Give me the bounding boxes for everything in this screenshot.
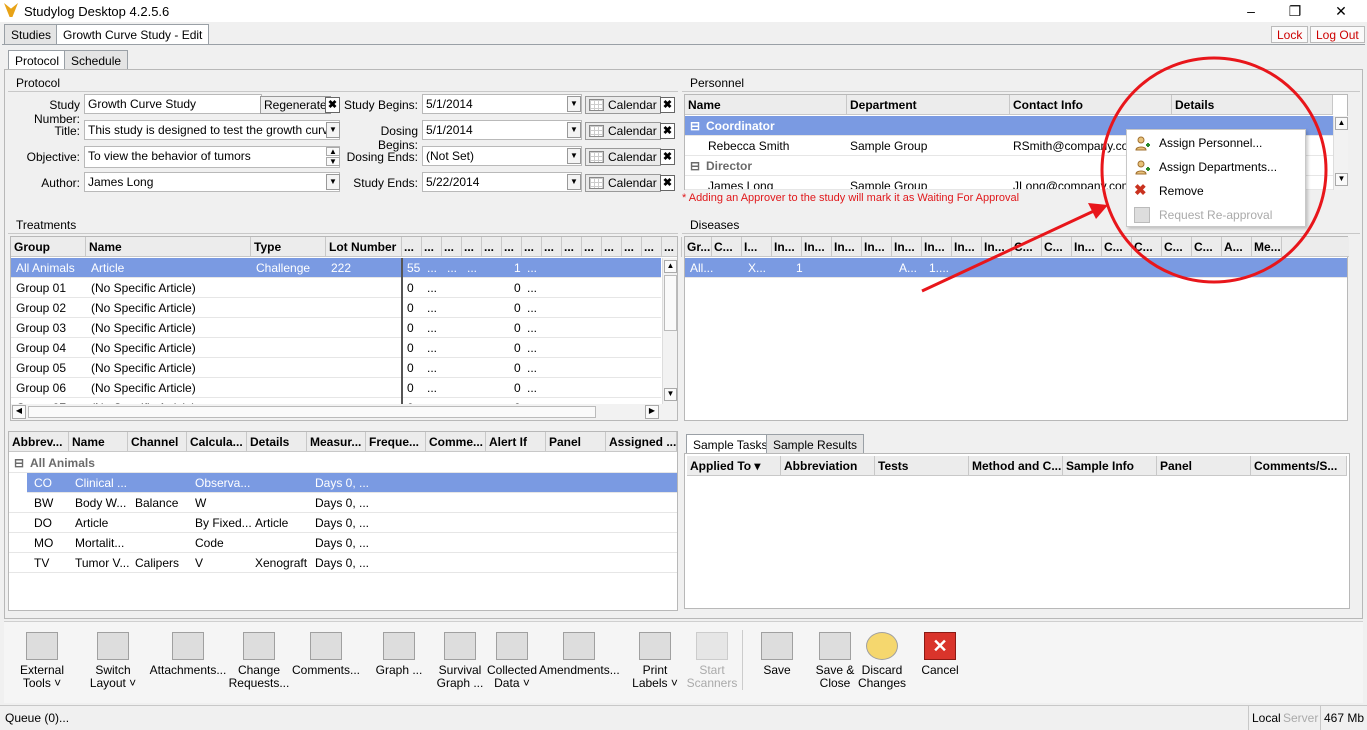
toolbar-label: Data ˅ — [494, 676, 530, 690]
toolbar-label: Cancel — [921, 663, 959, 677]
cancel-button[interactable]: ✕ Cancel — [916, 622, 964, 677]
collected-data-button[interactable]: Collected Data ˅ — [485, 622, 539, 690]
external-tools-button[interactable]: External Tools ˅ — [12, 622, 72, 690]
toolbar-label: Changes — [857, 676, 907, 690]
external-tools-icon — [26, 632, 58, 660]
save-icon — [761, 632, 793, 660]
attachments-button[interactable]: Attachments... — [149, 622, 227, 677]
toolbar-label: Layout ˅ — [89, 676, 137, 690]
server-status: Server — [1283, 711, 1319, 725]
toolbar-label: Tools ˅ — [22, 676, 62, 690]
survival-graph-icon — [444, 632, 476, 660]
survival-graph-button[interactable]: Survival Graph ... — [432, 622, 488, 690]
print-labels-icon — [639, 632, 671, 660]
save-button[interactable]: Save — [756, 622, 798, 677]
toolbar-label: Labels ˅ — [632, 676, 678, 690]
status-bar: Queue (0)... Local Server 467 Mb — [0, 705, 1367, 730]
change-requests-icon — [243, 632, 275, 660]
change-requests-button[interactable]: Change Requests... — [226, 622, 292, 690]
cancel-icon: ✕ — [924, 632, 956, 660]
toolbar-label: Comments... — [292, 663, 361, 677]
switch-layout-button[interactable]: Switch Layout ˅ — [88, 622, 138, 690]
annotation-circle — [1100, 56, 1328, 284]
queue-status[interactable]: Queue (0)... — [5, 711, 69, 725]
start-scanners-icon — [696, 632, 728, 660]
comments-button[interactable]: Comments... — [292, 622, 360, 677]
toolbar-label: Save — [763, 663, 791, 677]
graph-button[interactable]: Graph ... — [369, 622, 429, 677]
start-scanners-button: Start Scanners — [684, 622, 740, 690]
discard-changes-button[interactable]: Discard Changes — [854, 622, 910, 690]
print-labels-button[interactable]: Print Labels ˅ — [626, 622, 684, 690]
toolbar-label: Attachments... — [149, 663, 227, 677]
amendments-icon — [563, 632, 595, 660]
attachments-icon — [172, 632, 204, 660]
collected-data-icon — [496, 632, 528, 660]
toolbar-label: Amendments... — [539, 663, 620, 677]
toolbar-divider — [742, 630, 743, 690]
toolbar-label: Graph ... — [375, 663, 423, 677]
toolbar-label: Requests... — [228, 676, 290, 690]
comments-icon — [310, 632, 342, 660]
annotation-arrow — [921, 208, 1097, 293]
annotation-overlay — [921, 56, 1328, 293]
discard-changes-icon — [866, 632, 898, 660]
toolbar-label: Graph ... — [436, 676, 484, 690]
save-close-icon — [819, 632, 851, 660]
memory-status: 467 Mb — [1324, 711, 1365, 725]
switch-layout-icon — [97, 632, 129, 660]
amendments-button[interactable]: Amendments... — [539, 622, 620, 677]
graph-icon — [383, 632, 415, 660]
toolbar: External Tools ˅ Switch Layout ˅ Attachments… — [4, 621, 1363, 703]
toolbar-label: Scanners — [686, 676, 738, 690]
local-status: Local — [1252, 711, 1281, 725]
